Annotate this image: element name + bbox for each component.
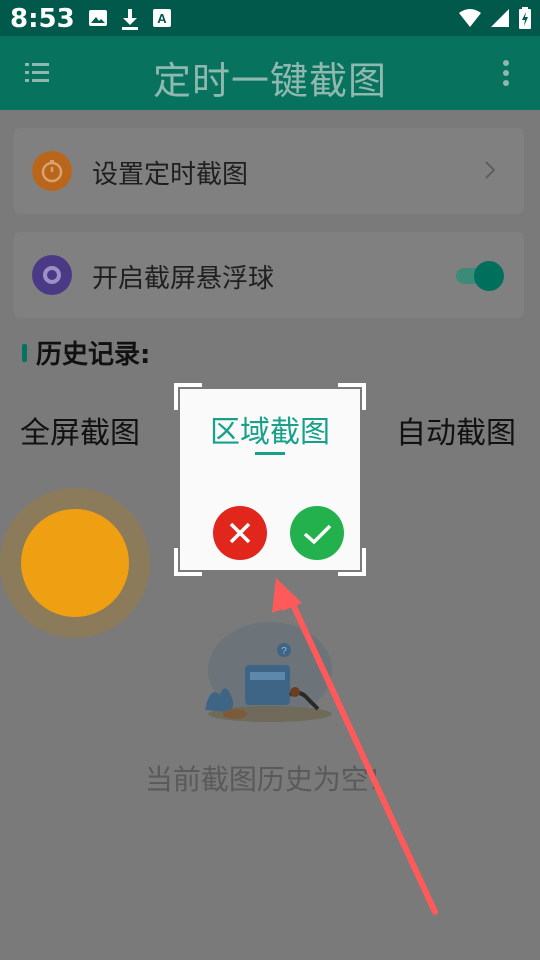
pointer-arrow-annotation [272, 578, 438, 915]
